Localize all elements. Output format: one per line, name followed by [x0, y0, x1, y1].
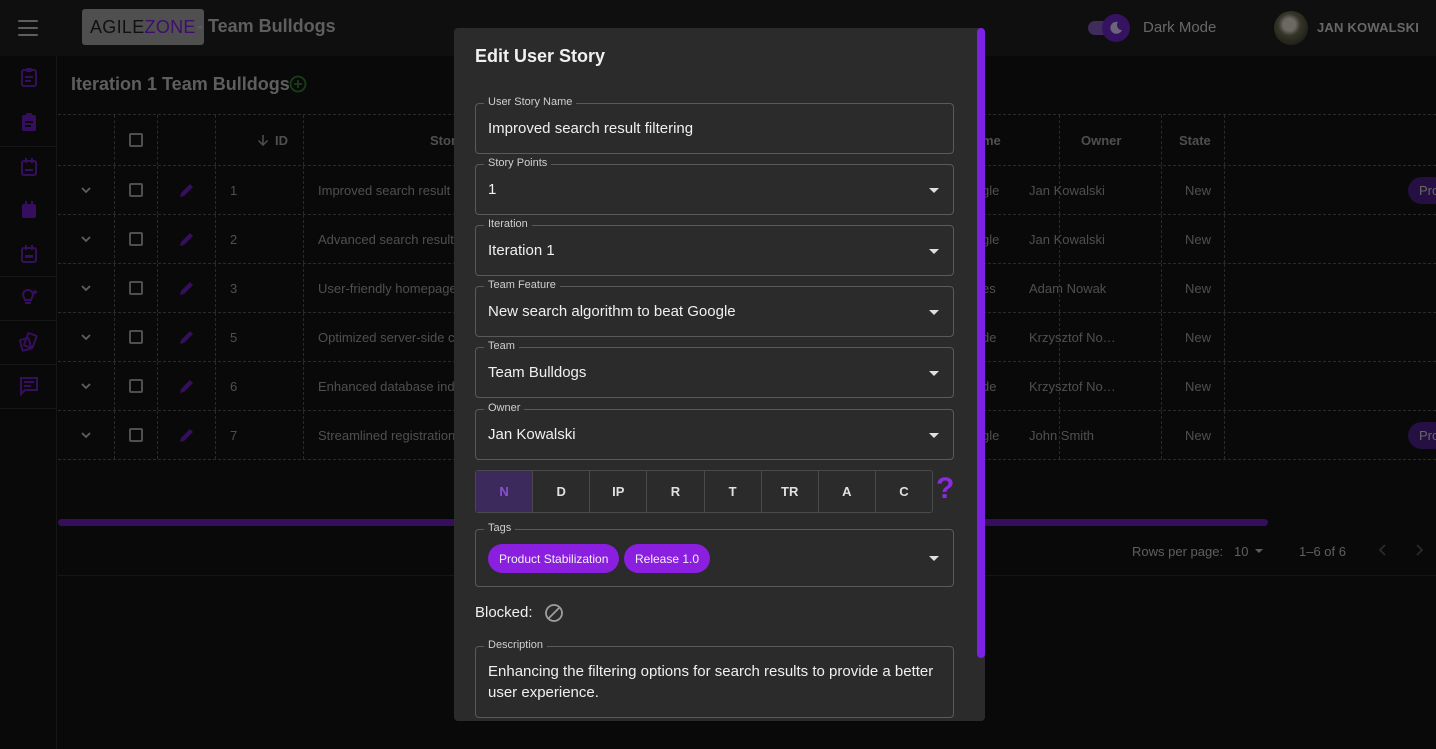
owner-select[interactable]: Owner Jan Kowalski — [475, 402, 954, 460]
tags-caret-icon — [929, 556, 939, 561]
help-icon[interactable]: ? — [936, 472, 954, 506]
state-button[interactable]: T — [705, 471, 762, 512]
tags-select[interactable]: Tags Product Stabilization Release 1.0 — [475, 522, 954, 587]
block-icon[interactable] — [544, 603, 564, 628]
tags-label: Tags — [484, 522, 516, 534]
description-value[interactable]: Enhancing the filtering options for sear… — [488, 661, 938, 703]
story-points-caret-icon — [929, 187, 939, 193]
dialog-scrollbar[interactable] — [977, 28, 985, 658]
dialog-title: Edit User Story — [475, 46, 606, 66]
iteration-select[interactable]: Iteration Iteration 1 — [475, 218, 954, 276]
description-field[interactable]: Description Enhancing the filtering opti… — [475, 639, 954, 718]
owner-caret-icon — [929, 432, 939, 438]
team-feature-value: New search algorithm to beat Google — [488, 303, 736, 320]
team-value: Team Bulldogs — [488, 364, 587, 381]
description-label: Description — [484, 639, 548, 651]
team-feature-select[interactable]: Team Feature New search algorithm to bea… — [475, 279, 954, 337]
tag-chip[interactable]: Product Stabilization — [488, 544, 620, 573]
tag-chip[interactable]: Release 1.0 — [624, 544, 711, 573]
state-button[interactable]: R — [647, 471, 705, 512]
iteration-caret-icon — [929, 248, 939, 254]
blocked-label: Blocked: — [475, 604, 533, 621]
state-button[interactable]: TR — [762, 471, 819, 512]
state-button[interactable]: IP — [590, 471, 648, 512]
state-button[interactable]: A — [819, 471, 876, 512]
story-name-value[interactable]: Improved search result filtering — [488, 104, 693, 153]
team-feature-caret-icon — [929, 309, 939, 315]
edit-user-story-dialog: Edit User Story User Story Name Improved… — [454, 28, 985, 721]
story-name-field[interactable]: User Story Name Improved search result f… — [475, 96, 954, 154]
iteration-value: Iteration 1 — [488, 242, 555, 259]
story-points-select[interactable]: Story Points 1 — [475, 157, 954, 215]
team-caret-icon — [929, 370, 939, 376]
state-button[interactable]: D — [533, 471, 591, 512]
state-toggle-group: N D IP R T TR A C — [475, 470, 933, 513]
state-button[interactable]: C — [876, 471, 932, 512]
owner-value: Jan Kowalski — [488, 426, 576, 443]
team-select[interactable]: Team Team Bulldogs — [475, 340, 954, 398]
state-button[interactable]: N — [476, 471, 534, 512]
story-points-value: 1 — [488, 181, 497, 198]
